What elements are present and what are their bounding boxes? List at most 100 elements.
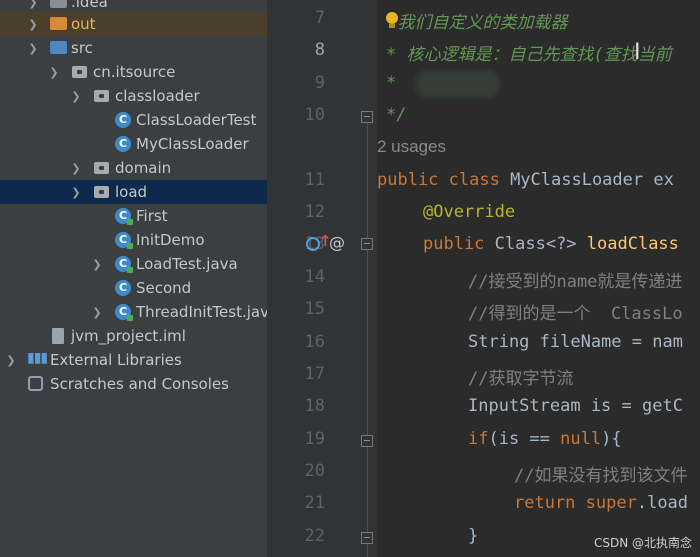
class-icon: C xyxy=(115,136,131,152)
type-name: Class<?> xyxy=(494,234,587,254)
line-number: 15 xyxy=(304,299,325,319)
blurred-region xyxy=(415,70,500,98)
folder-icon xyxy=(50,0,67,8)
comment-text: 我们自定义的类加载器 xyxy=(387,13,568,33)
class-icon: C xyxy=(115,112,131,128)
tree-item-label: InitDemo xyxy=(136,231,205,249)
code-line: @Override xyxy=(423,202,516,222)
line-number: 9 xyxy=(314,73,325,93)
fold-marker-icon[interactable] xyxy=(361,435,373,447)
chevron-right-icon[interactable]: ❯ xyxy=(70,162,82,175)
chevron-down-icon[interactable]: ❯ xyxy=(70,186,82,199)
code-line: * xyxy=(386,73,397,93)
code-line: public Class<?> loadClass xyxy=(423,234,679,254)
libraries-icon: ▮▮▮ xyxy=(27,350,48,366)
tree-item-second[interactable]: C Second xyxy=(0,276,267,300)
fold-guide-line xyxy=(367,120,368,557)
tree-item-jvm-project-iml[interactable]: jvm_project.iml xyxy=(0,324,267,348)
chevron-right-icon[interactable]: ❯ xyxy=(27,18,39,31)
code-line: public class MyClassLoader ex xyxy=(377,170,674,190)
chevron-down-icon[interactable]: ❯ xyxy=(27,42,39,55)
tree-item-classloader[interactable]: ❯ classloader xyxy=(0,84,267,108)
chevron-down-icon[interactable]: ❯ xyxy=(70,90,82,103)
package-icon xyxy=(72,66,87,78)
implementing-method-icon[interactable] xyxy=(306,237,320,251)
tree-item-label: MyClassLoader xyxy=(136,135,249,153)
usages-hint[interactable]: 2 usages xyxy=(377,137,446,157)
tree-item-out[interactable]: ❯ out xyxy=(0,12,267,36)
code-line: } xyxy=(468,526,479,546)
tree-item-domain[interactable]: ❯ domain xyxy=(0,156,267,180)
keyword: super xyxy=(585,493,637,513)
keyword: public class xyxy=(377,170,511,190)
runnable-class-icon: C xyxy=(115,256,133,273)
tree-item-label: External Libraries xyxy=(50,351,182,369)
text-cursor-icon: I xyxy=(634,40,641,65)
tree-item-loadtest[interactable]: ❯ C LoadTest.java xyxy=(0,252,267,276)
code-line: * 核心逻辑是：自己先查找(查找当前 xyxy=(386,45,672,65)
runnable-class-icon: C xyxy=(115,208,133,225)
tree-item-load[interactable]: ❯ load xyxy=(0,180,267,204)
runnable-class-icon: C xyxy=(115,232,133,249)
tree-item-label: out xyxy=(71,15,96,33)
package-icon xyxy=(94,90,109,102)
fold-marker-icon[interactable] xyxy=(361,238,373,250)
code-line: * 我们自定义的类加载器 xyxy=(377,8,568,33)
package-icon xyxy=(94,162,109,174)
line-number: 10 xyxy=(304,105,325,125)
keyword: if xyxy=(468,429,489,449)
line-number: 20 xyxy=(304,461,325,481)
line-number: 16 xyxy=(304,332,325,352)
tree-item-label: ThreadInitTest.java xyxy=(136,303,267,321)
code-text: .load xyxy=(636,493,689,513)
code-line: //如果没有找到该文件 xyxy=(514,466,688,486)
scratches-icon xyxy=(28,376,43,391)
tree-item-src[interactable]: ❯ src xyxy=(0,36,267,60)
package-icon xyxy=(94,186,109,198)
tree-item-label: Second xyxy=(136,279,192,297)
tree-item-cn-itsource[interactable]: ❯ cn.itsource xyxy=(0,60,267,84)
watermark: CSDN @北执南念 xyxy=(593,536,692,550)
project-tree: ❯ .idea ❯ out ❯ src ❯ cn.itsource ❯ clas… xyxy=(0,0,267,557)
tree-item-label: src xyxy=(71,39,93,57)
tree-item-external-libraries[interactable]: ❯ ▮▮▮ External Libraries xyxy=(0,348,267,372)
chevron-right-icon[interactable]: ❯ xyxy=(5,354,17,367)
fold-marker-icon[interactable] xyxy=(361,111,373,123)
code-line: //获取字节流 xyxy=(468,369,574,389)
tree-item-classloadertest[interactable]: C ClassLoaderTest xyxy=(0,108,267,132)
tree-item-label: Scratches and Consoles xyxy=(50,375,229,393)
code-text: ){ xyxy=(601,429,622,449)
fold-marker-icon[interactable] xyxy=(361,532,373,544)
module-file-icon xyxy=(52,328,64,344)
tree-item-label: cn.itsource xyxy=(93,63,176,81)
code-text: (is == xyxy=(488,429,561,449)
chevron-right-icon[interactable]: ❯ xyxy=(91,306,103,319)
tree-item-myclassloader[interactable]: C MyClassLoader xyxy=(0,132,267,156)
tree-item-first[interactable]: C First xyxy=(0,204,267,228)
line-number: 22 xyxy=(304,526,325,546)
code-line: //得到的是一个 ClassLo xyxy=(468,304,683,324)
keyword: return xyxy=(514,493,586,513)
chevron-right-icon[interactable]: ❯ xyxy=(91,258,103,271)
tree-item-label: domain xyxy=(115,159,172,177)
source-folder-icon xyxy=(50,41,67,54)
line-number: 7 xyxy=(314,8,325,28)
chevron-right-icon[interactable]: ❯ xyxy=(27,0,39,9)
tree-item-label: classloader xyxy=(115,87,200,105)
code-line: return super.load xyxy=(514,493,688,513)
line-number: 8 xyxy=(314,40,325,60)
tree-item-label: First xyxy=(136,207,168,225)
code-line: if(is == null){ xyxy=(468,429,622,449)
keyword: null xyxy=(560,429,602,449)
line-number: 18 xyxy=(304,396,325,416)
chevron-down-icon[interactable]: ❯ xyxy=(48,66,60,79)
tree-item-initdemo[interactable]: C InitDemo xyxy=(0,228,267,252)
line-number: 17 xyxy=(304,364,325,384)
tree-item-label: jvm_project.iml xyxy=(71,327,186,345)
line-number: 21 xyxy=(304,493,325,513)
tree-item-scratches[interactable]: Scratches and Consoles xyxy=(0,372,267,396)
annotation-at-icon[interactable]: @ xyxy=(329,233,345,252)
line-number: 19 xyxy=(304,429,325,449)
method-name: loadClass xyxy=(586,234,679,254)
tree-item-threadinittest[interactable]: ❯ C ThreadInitTest.java xyxy=(0,300,267,324)
